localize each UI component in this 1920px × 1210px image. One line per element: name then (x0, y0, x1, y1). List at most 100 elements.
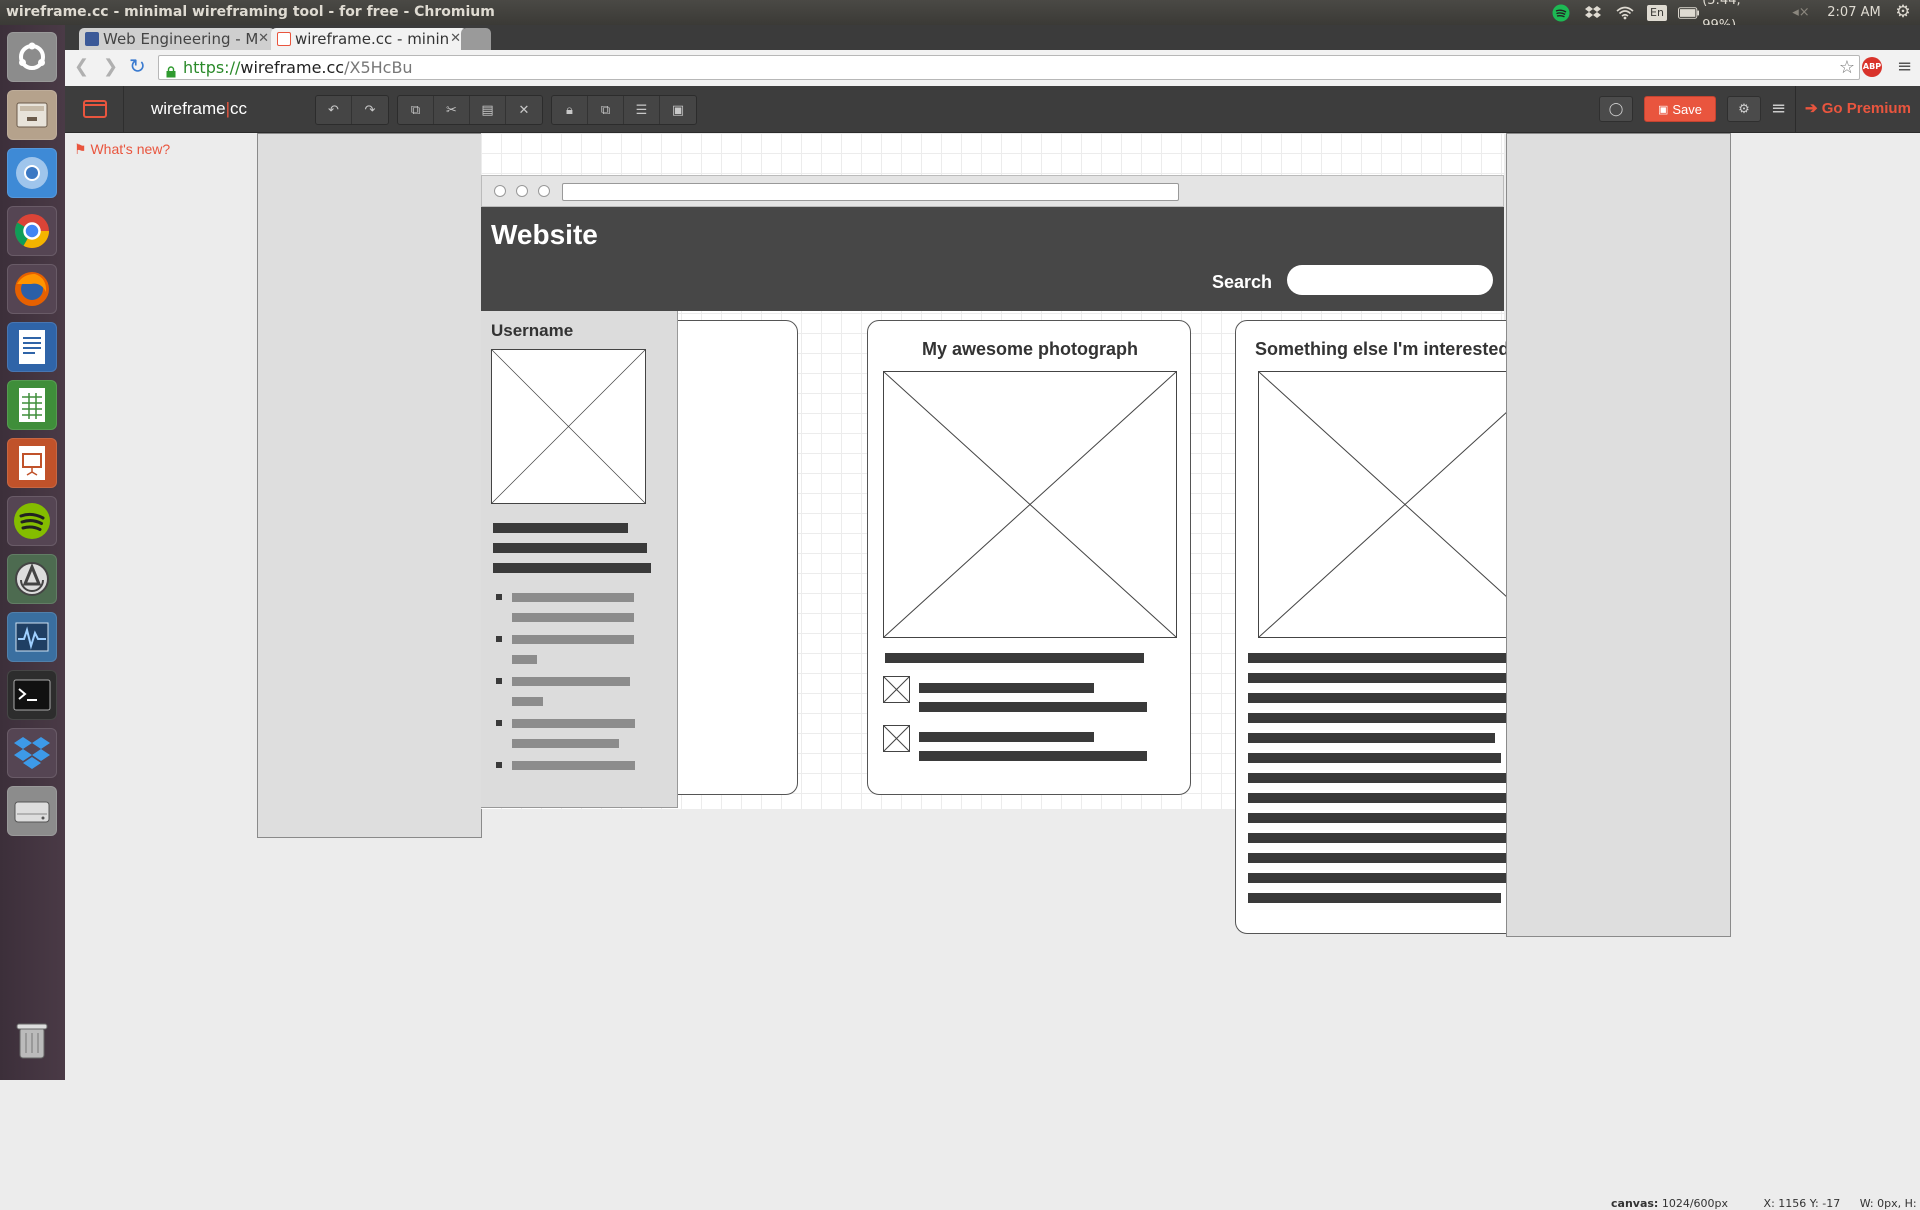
wf-text-line (1248, 813, 1534, 823)
spotify-icon[interactable] (7, 496, 57, 546)
wf-username[interactable]: Username (491, 321, 573, 341)
app-menu-icon[interactable]: ≡ (1771, 98, 1786, 119)
align-icon[interactable]: ☰ (624, 96, 660, 124)
workspace: ⚑ What's new? Website Search Username My… (65, 133, 1920, 1210)
wf-list-line (512, 739, 619, 748)
wf-list-line (512, 719, 635, 728)
wf-text-line (1248, 873, 1534, 883)
writer-icon[interactable] (7, 322, 57, 372)
reload-button[interactable]: ↻ (129, 54, 146, 78)
software-updater-icon[interactable] (7, 554, 57, 604)
settings-button[interactable]: ⚙ (1727, 96, 1761, 122)
cut-icon[interactable]: ✂ (434, 96, 470, 124)
history-group: ↶ ↷ (315, 95, 389, 125)
copy-icon[interactable]: ⧉ (398, 96, 434, 124)
wf-list-line (512, 593, 634, 602)
wf-card-other[interactable]: Something else I'm interested (1235, 320, 1535, 934)
dropbox-icon[interactable] (7, 728, 57, 778)
wf-header[interactable]: Website Search (481, 207, 1504, 311)
group-icon[interactable]: ▣ (660, 96, 696, 124)
wf-photo-placeholder[interactable] (883, 371, 1177, 638)
adblock-icon[interactable]: ABP (1862, 57, 1882, 77)
wf-window-dot (494, 185, 506, 197)
wf-card-photo-title[interactable]: My awesome photograph (868, 339, 1192, 360)
wf-text-line (885, 653, 1144, 663)
save-button[interactable]: ▣ Save (1644, 96, 1716, 122)
wf-search-label[interactable]: Search (1212, 272, 1272, 293)
disk-drive-icon[interactable] (7, 786, 57, 836)
battery-indicator[interactable]: (5:44, 99%) (1678, 0, 1776, 33)
gears-icon: ⚙ (1738, 101, 1750, 117)
redo-icon[interactable]: ↷ (352, 96, 388, 124)
wf-card-photo[interactable]: My awesome photograph (867, 320, 1191, 795)
cursor-position-readout: X: 1156 Y: -17 (1763, 1197, 1841, 1210)
lock-element-icon[interactable]: 🔒︎ (552, 96, 588, 124)
wf-text-line (919, 732, 1094, 742)
go-premium-link[interactable]: ➔ Go Premium (1805, 86, 1911, 132)
delete-icon[interactable]: ✕ (506, 96, 542, 124)
tab-web-engineering[interactable]: Web Engineering - M ✕ (79, 28, 275, 50)
app-logo[interactable]: wireframe|cc (133, 86, 265, 132)
firefox-icon[interactable] (7, 264, 57, 314)
clock[interactable]: 2:07 AM (1824, 0, 1884, 25)
wf-text-line (493, 523, 628, 533)
wf-avatar-placeholder[interactable] (491, 349, 646, 504)
spotify-tray-icon[interactable] (1550, 0, 1572, 25)
close-icon[interactable]: ✕ (258, 28, 269, 50)
clipboard-group: ⧉ ✂ ▤ ✕ (397, 95, 543, 125)
save-icon: ▣ (1657, 103, 1669, 116)
wf-thumb-placeholder[interactable] (883, 725, 910, 752)
address-bar[interactable]: https://wireframe.cc/X5HcBu ☆ (158, 55, 1860, 80)
wf-sidebar[interactable]: Username (481, 311, 678, 808)
wf-site-title[interactable]: Website (491, 219, 598, 251)
bookmark-star-icon[interactable]: ☆ (1839, 56, 1855, 79)
wf-search-input[interactable] (1287, 265, 1493, 295)
wf-image-placeholder[interactable] (1258, 371, 1534, 638)
wireframe-canvas[interactable]: Website Search Username My awesome photo… (481, 133, 1535, 934)
wifi-icon[interactable] (1614, 0, 1636, 25)
back-button[interactable]: ❮ (74, 56, 89, 77)
wf-thumb-placeholder[interactable] (883, 676, 910, 703)
wf-list-line (512, 635, 634, 644)
whats-new-link[interactable]: ⚑ What's new? (74, 141, 170, 158)
volume-muted-icon[interactable]: ◂× (1790, 0, 1812, 25)
comments-button[interactable]: ◯ (1599, 96, 1633, 122)
comment-icon: ◯ (1608, 101, 1624, 117)
battery-icon (1678, 6, 1700, 19)
wf-bullet (496, 594, 502, 600)
forward-button[interactable]: ❯ (103, 56, 118, 77)
lock-icon (166, 61, 176, 78)
wf-browser-chrome[interactable] (481, 175, 1504, 207)
wf-card-other-title[interactable]: Something else I'm interested (1255, 339, 1509, 360)
ubuntu-dash-icon[interactable] (7, 32, 57, 82)
right-offcanvas-panel[interactable] (1506, 133, 1731, 937)
wf-text-line (1248, 653, 1534, 663)
browser-toolbar: ❮ ❯ ↻ https://wireframe.cc/X5HcBu ☆ ABP … (65, 50, 1920, 87)
wf-text-line (1248, 733, 1495, 743)
keyboard-layout-indicator[interactable]: En (1646, 0, 1668, 25)
dropbox-tray-icon[interactable] (1582, 0, 1604, 25)
left-offcanvas-panel[interactable] (257, 133, 482, 838)
stencil-menu[interactable] (65, 86, 124, 132)
arrow-right-icon: ➔ (1805, 100, 1818, 117)
files-icon[interactable] (7, 90, 57, 140)
tab-wireframe[interactable]: wireframe.cc - minin ✕ (271, 28, 467, 50)
system-monitor-icon[interactable] (7, 612, 57, 662)
chrome-menu-icon[interactable]: ≡ (1897, 56, 1912, 77)
new-tab-button[interactable] (461, 28, 491, 50)
arrange-group: 🔒︎ ⧉ ☰ ▣ (551, 95, 697, 125)
paste-icon[interactable]: ▤ (470, 96, 506, 124)
system-gear-icon[interactable]: ⚙ (1892, 0, 1914, 25)
trash-icon[interactable] (7, 1015, 57, 1065)
calc-icon[interactable] (7, 380, 57, 430)
terminal-icon[interactable] (7, 670, 57, 720)
wf-text-line (493, 563, 651, 573)
selection-size-readout: W: 0px, H: 0px (1859, 1197, 1920, 1210)
impress-icon[interactable] (7, 438, 57, 488)
close-icon[interactable]: ✕ (450, 28, 461, 50)
chromium-icon[interactable] (7, 148, 57, 198)
bring-front-icon[interactable]: ⧉ (588, 96, 624, 124)
wf-text-line (1248, 893, 1501, 903)
chrome-icon[interactable] (7, 206, 57, 256)
undo-icon[interactable]: ↶ (316, 96, 352, 124)
